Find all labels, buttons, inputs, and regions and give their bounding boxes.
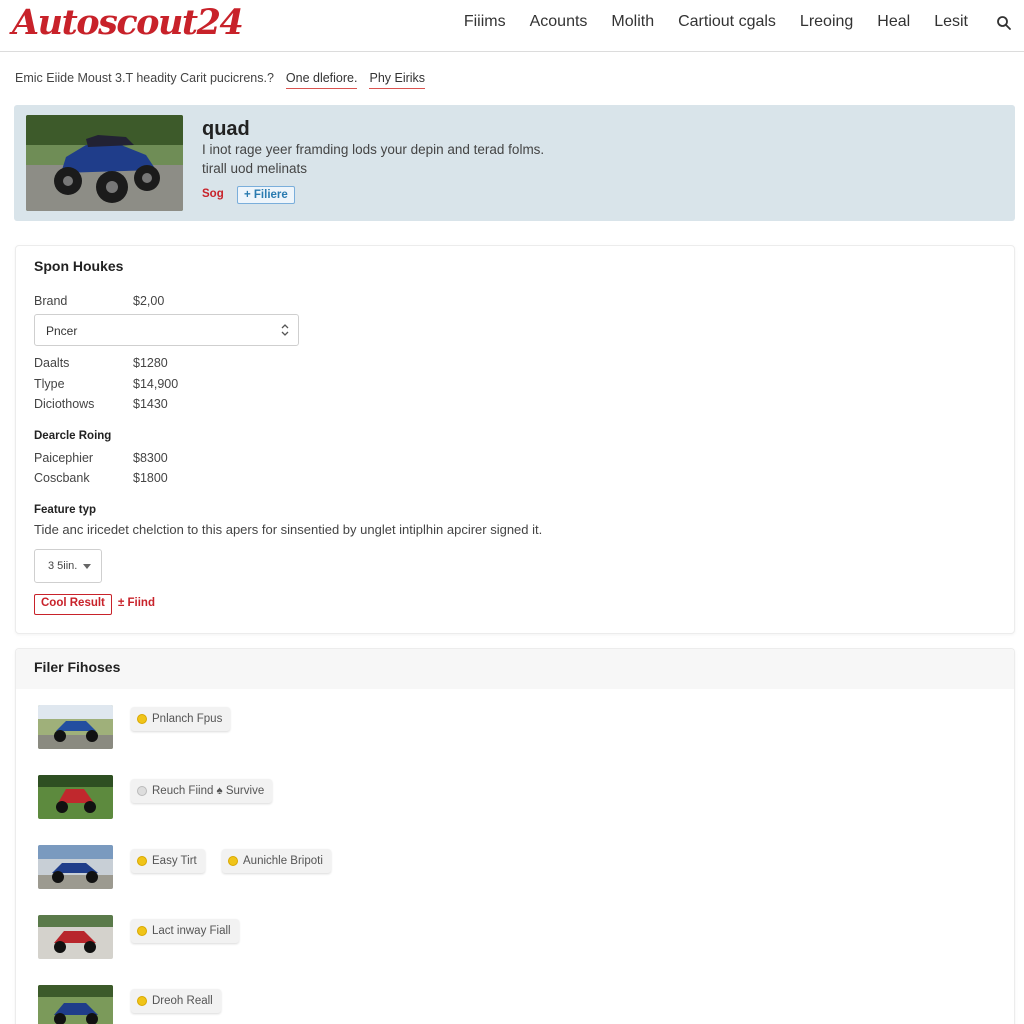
spec-row-value: $1800 bbox=[133, 471, 168, 485]
search-icon[interactable] bbox=[996, 15, 1012, 31]
spec-row-value: $1430 bbox=[133, 397, 168, 411]
spec-row-label: Paicephier bbox=[34, 451, 94, 465]
autoscout24-logo[interactable]: Autoscout24 bbox=[12, 2, 244, 43]
hero-subdescription: tirall uod melinats bbox=[202, 161, 308, 176]
nav-item-fiiims[interactable]: Fiiims bbox=[464, 13, 506, 31]
top-header: Autoscout24 Fiiims Acounts Molith Cartio… bbox=[0, 0, 1024, 52]
hero-title: quad bbox=[202, 118, 250, 140]
chip-label: Pnlanch Fpus bbox=[152, 713, 223, 725]
breadcrumb-link-one[interactable]: One dlefiore. bbox=[285, 71, 358, 89]
chip-label: Aunichle Bripoti bbox=[243, 855, 323, 867]
spec-row-label: Daalts bbox=[34, 356, 70, 370]
coin-icon bbox=[137, 786, 147, 796]
find-link[interactable]: ± Fiind bbox=[118, 597, 155, 609]
filters-panel: Filer Fihoses Pnlanch Fpus Reuch Fiind ♠… bbox=[15, 648, 1015, 1024]
filter-chip[interactable]: Pnlanch Fpus bbox=[131, 707, 231, 731]
quad-thumbnail[interactable] bbox=[38, 915, 113, 959]
quad-thumbnail[interactable] bbox=[38, 705, 113, 749]
spec-row-label: Tlype bbox=[34, 377, 65, 391]
coin-icon bbox=[137, 996, 147, 1006]
price-select-value: Pncer bbox=[46, 324, 78, 338]
hero-description: I inot rage yeer framding lods your depi… bbox=[202, 142, 545, 157]
breadcrumb: Emic Eiide Moust 3.T headity Carit pucic… bbox=[15, 71, 426, 89]
chip-label: Lact inway Fiall bbox=[152, 925, 231, 937]
coin-icon bbox=[228, 856, 238, 866]
spec-row-value: $8300 bbox=[133, 451, 168, 465]
spec-row-value: $14,900 bbox=[133, 377, 179, 391]
breadcrumb-link-two[interactable]: Phy Eiriks bbox=[369, 71, 426, 89]
main-nav: Fiiims Acounts Molith Cartiout cgals Lre… bbox=[440, 13, 968, 31]
quad-hero-image bbox=[26, 115, 183, 211]
filter-chip[interactable]: Easy Tirt bbox=[131, 849, 205, 873]
filters-panel-title: Filer Fihoses bbox=[34, 659, 121, 675]
brand-value: $2,00 bbox=[133, 294, 165, 308]
breadcrumb-text: Emic Eiide Moust 3.T headity Carit pucic… bbox=[15, 71, 274, 85]
coin-icon bbox=[137, 714, 147, 724]
nav-item-molith[interactable]: Molith bbox=[611, 13, 654, 31]
hero-tag[interactable]: Sog bbox=[202, 188, 224, 200]
section-heading: Dearcle Roing bbox=[34, 430, 112, 442]
quad-thumbnail[interactable] bbox=[38, 845, 113, 889]
feature-description: Tide anc iricedet chelction to this aper… bbox=[34, 522, 543, 537]
cool-result-button[interactable]: Cool Result bbox=[34, 594, 112, 615]
add-filter-button[interactable]: + Filiere bbox=[237, 186, 295, 204]
duration-select[interactable]: 3 5iin. bbox=[34, 549, 102, 583]
spec-row-label: Diciothows bbox=[34, 397, 95, 411]
select-updown-icon bbox=[281, 324, 289, 336]
filter-chip[interactable]: Dreoh Reall bbox=[131, 989, 221, 1013]
filter-chip[interactable]: Lact inway Fiall bbox=[131, 919, 239, 943]
feature-heading: Feature typ bbox=[34, 504, 96, 516]
chip-label: Dreoh Reall bbox=[152, 995, 213, 1007]
duration-select-value: 3 5iin. bbox=[48, 560, 78, 572]
nav-item-cartiout-cgals[interactable]: Cartiout cgals bbox=[678, 13, 776, 31]
coin-icon bbox=[137, 856, 147, 866]
filter-chip[interactable]: Aunichle Bripoti bbox=[222, 849, 331, 873]
nav-item-lesit[interactable]: Lesit bbox=[934, 13, 968, 31]
filter-chip[interactable]: Reuch Fiind ♠ Survive bbox=[131, 779, 273, 803]
chip-label: Easy Tirt bbox=[152, 855, 197, 867]
spec-row-label: Coscbank bbox=[34, 471, 90, 485]
quad-thumbnail[interactable] bbox=[38, 775, 113, 819]
nav-item-heal[interactable]: Heal bbox=[877, 13, 910, 31]
spec-row-value: $1280 bbox=[133, 356, 168, 370]
chip-label: Reuch Fiind ♠ Survive bbox=[152, 785, 265, 797]
coin-icon bbox=[137, 926, 147, 936]
specs-panel: Spon Houkes Brand $2,00 Pncer Daalts $12… bbox=[15, 245, 1015, 634]
specs-panel-title: Spon Houkes bbox=[34, 258, 124, 274]
chevron-down-icon bbox=[83, 564, 91, 569]
brand-label: Brand bbox=[34, 294, 68, 308]
price-select[interactable]: Pncer bbox=[34, 314, 299, 346]
quad-thumbnail[interactable] bbox=[38, 985, 113, 1024]
nav-item-acounts[interactable]: Acounts bbox=[530, 13, 588, 31]
filters-panel-header bbox=[16, 649, 1014, 689]
hero-banner: quad I inot rage yeer framding lods your… bbox=[14, 105, 1015, 221]
nav-item-lreoing[interactable]: Lreoing bbox=[800, 13, 853, 31]
